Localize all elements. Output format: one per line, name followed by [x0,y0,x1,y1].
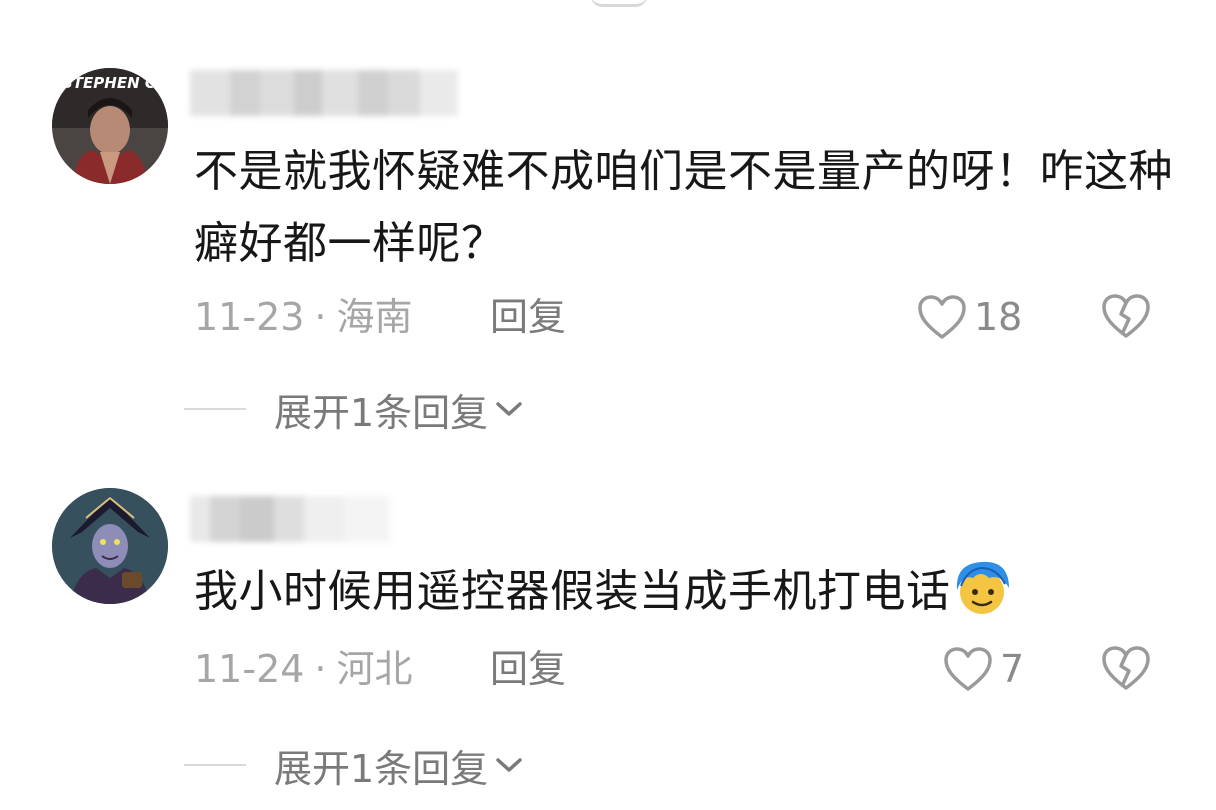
comment-date: 11-23 [194,295,305,339]
divider-line [184,764,246,766]
broken-heart-icon [1102,294,1150,338]
like-button[interactable]: 7 [942,644,1024,694]
chevron-down-icon [496,758,522,772]
like-count: 7 [1000,647,1025,691]
like-count: 18 [974,295,1023,339]
comment-location: 海南 [336,295,413,339]
username-blurred[interactable] [190,496,390,542]
comment-date: 11-24 [194,647,305,691]
chevron-down-icon [496,402,522,416]
comment-text: 我小时候用遥控器假装当成手机打电话 [194,556,1174,628]
expand-replies-button[interactable]: 展开1条回复 [184,384,524,435]
meta-separator: · [314,647,327,691]
comment-location: 河北 [336,647,413,691]
like-button[interactable]: 18 [916,292,1022,342]
expand-replies-button[interactable]: 展开1条回复 [184,740,524,791]
expand-replies-label: 展开1条回复 [274,746,489,791]
avatar-caption: STEPHEN CHOW [62,74,168,92]
top-divider [590,0,648,7]
avatar[interactable] [52,488,168,604]
reply-button[interactable]: 回复 [490,644,566,694]
dislike-button[interactable] [1100,292,1152,342]
comment-text: 不是就我怀疑难不成咱们是不是量产的呀！咋这种癖好都一样呢？ [194,146,1173,269]
broken-heart-icon [1102,646,1150,690]
comment-text-content: 我小时候用遥控器假装当成手机打电话 [194,566,951,617]
comment-list: STEPHEN CHOW 不是就我怀疑难不成咱们是不是量产的呀！咋这种癖好都一样… [0,0,1216,810]
avatar-image [52,488,168,604]
divider-line [184,408,246,410]
comment-meta: 11-23 · 海南 [194,292,413,342]
comment-meta: 11-24 · 河北 [194,644,413,694]
heart-outline-icon [918,295,966,339]
reply-button[interactable]: 回复 [490,292,566,342]
heart-outline-icon [944,647,992,691]
dislike-button[interactable] [1100,644,1152,694]
avatar[interactable]: STEPHEN CHOW [52,68,168,184]
username-blurred[interactable] [190,70,458,116]
avatar-image: STEPHEN CHOW [52,68,168,184]
blue-hair-face-emoji [956,561,1009,614]
meta-separator: · [314,295,327,339]
expand-replies-label: 展开1条回复 [274,390,489,435]
